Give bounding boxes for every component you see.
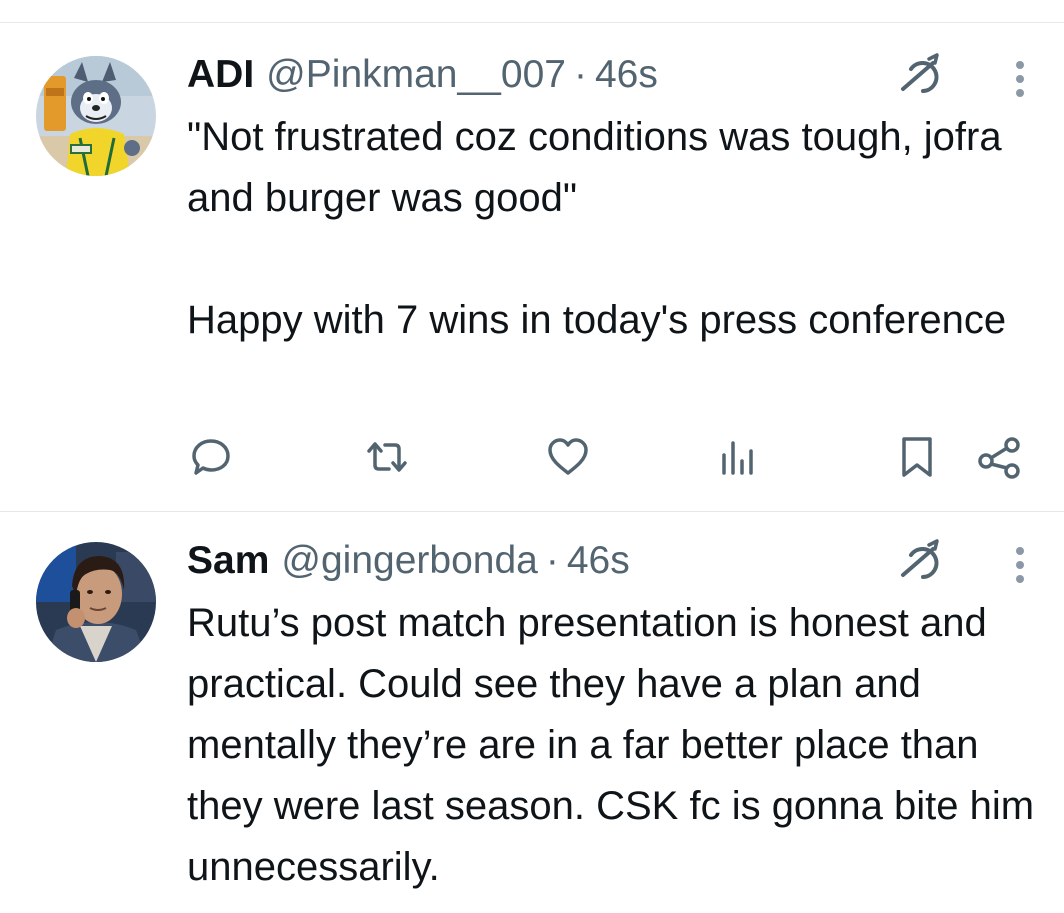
avatar[interactable] (36, 56, 156, 176)
display-name[interactable]: ADI (187, 53, 254, 97)
man-on-phone-avatar-icon (36, 542, 156, 662)
tweet-text: "Not frustrated coz conditions was tough… (187, 115, 1007, 342)
like-icon[interactable] (544, 433, 592, 481)
retweet-icon[interactable] (363, 433, 411, 481)
tweet-header: ADI @Pinkman__007 · 46s (187, 53, 658, 97)
grok-icon[interactable] (893, 49, 945, 101)
cartoon-cat-avatar-icon (36, 56, 156, 176)
avatar[interactable] (36, 542, 156, 662)
tweet-text: Rutu’s post match presentation is honest… (187, 601, 1035, 889)
user-handle[interactable]: @gingerbonda (281, 539, 537, 583)
grok-icon[interactable] (893, 535, 945, 587)
separator-dot: · (545, 539, 559, 582)
display-name[interactable]: Sam (187, 539, 269, 583)
separator-dot: · (573, 53, 587, 96)
tweet[interactable]: Sam @gingerbonda · 46s Rutu’s post match… (0, 512, 1064, 913)
user-handle[interactable]: @Pinkman__007 (266, 53, 566, 97)
reply-icon[interactable] (187, 433, 235, 481)
more-options-icon[interactable] (1006, 57, 1034, 101)
share-icon[interactable] (976, 433, 1024, 481)
tweet-header: Sam @gingerbonda · 46s (187, 539, 630, 583)
more-options-icon[interactable] (1006, 543, 1034, 587)
timestamp[interactable]: 46s (595, 53, 658, 97)
timestamp[interactable]: 46s (567, 539, 630, 583)
tweet-actions (0, 433, 1064, 481)
tweet[interactable]: ADI @Pinkman__007 · 46s "Not frustrated … (0, 23, 1064, 511)
views-icon[interactable] (714, 433, 762, 481)
bookmark-icon[interactable] (893, 433, 941, 481)
